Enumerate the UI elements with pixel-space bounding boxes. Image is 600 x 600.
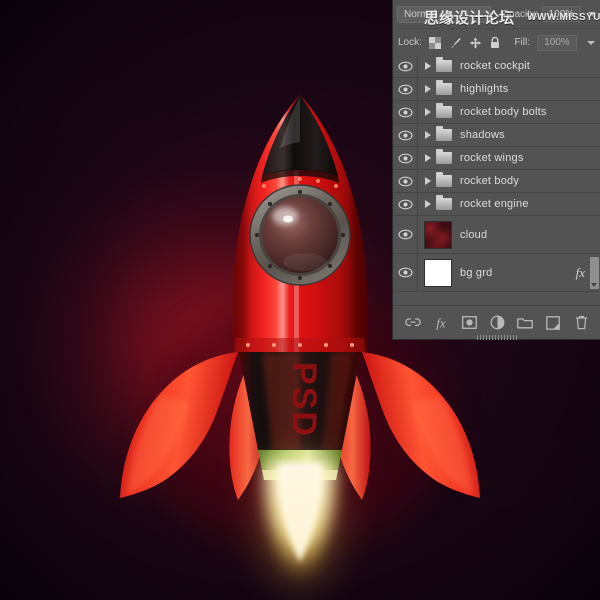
layer-list[interactable]: rocket cockpit highlights rocket body bo… bbox=[393, 55, 600, 305]
layer-name: highlights bbox=[460, 83, 509, 95]
layers-panel[interactable]: Normal Opacity: 100% Lock: Fill: 100% ro… bbox=[392, 0, 600, 340]
layer-name: rocket wings bbox=[460, 152, 524, 164]
layer-name: cloud bbox=[460, 228, 488, 241]
opacity-input[interactable]: 100% bbox=[541, 6, 581, 22]
panel-scrollbar[interactable] bbox=[590, 257, 599, 289]
expand-arrow-icon[interactable] bbox=[425, 85, 431, 93]
layer-row[interactable]: cloud bbox=[393, 216, 600, 254]
fill-chevron-down-icon[interactable] bbox=[587, 40, 595, 45]
group-folder-icon bbox=[436, 195, 452, 210]
transparency-lock-icon[interactable] bbox=[429, 36, 442, 49]
opacity-label: Opacity: bbox=[501, 8, 538, 20]
visibility-toggle[interactable] bbox=[393, 124, 418, 146]
panel-resize-grip[interactable] bbox=[477, 335, 517, 340]
rocket-body-text: PSD bbox=[285, 362, 323, 438]
layer-thumbnail[interactable] bbox=[424, 220, 452, 249]
blend-mode-row: Normal Opacity: 100% bbox=[393, 0, 600, 29]
layer-thumbnail[interactable] bbox=[424, 258, 452, 287]
link-layers-icon[interactable] bbox=[405, 314, 422, 331]
layer-name: bg grd bbox=[460, 266, 493, 279]
brush-lock-icon[interactable] bbox=[449, 36, 462, 49]
adjustment-layer-icon[interactable] bbox=[489, 314, 506, 331]
layer-name: rocket cockpit bbox=[460, 60, 531, 72]
group-folder-icon bbox=[436, 57, 452, 72]
visibility-toggle[interactable] bbox=[393, 78, 418, 100]
layer-row[interactable]: rocket engine bbox=[393, 193, 600, 216]
delete-layer-icon[interactable] bbox=[573, 314, 590, 331]
blend-mode-value: Normal bbox=[404, 8, 437, 20]
visibility-toggle[interactable] bbox=[393, 193, 418, 215]
layer-style-fx-icon[interactable]: fx bbox=[433, 314, 450, 331]
group-folder-icon bbox=[436, 80, 452, 95]
new-group-icon[interactable] bbox=[517, 314, 534, 331]
add-layer-mask-icon[interactable] bbox=[461, 314, 478, 331]
layer-row[interactable]: highlights bbox=[393, 78, 600, 101]
new-layer-icon[interactable] bbox=[545, 314, 562, 331]
expand-arrow-icon[interactable] bbox=[425, 62, 431, 70]
visibility-toggle[interactable] bbox=[393, 254, 418, 291]
lock-label: Lock: bbox=[398, 37, 422, 48]
group-folder-icon bbox=[436, 103, 452, 118]
layer-row[interactable]: rocket wings bbox=[393, 147, 600, 170]
visibility-toggle[interactable] bbox=[393, 101, 418, 123]
blend-mode-select[interactable]: Normal bbox=[397, 5, 492, 23]
rocket-cockpit-group bbox=[249, 184, 351, 286]
fill-label: Fill: bbox=[514, 37, 530, 48]
layer-style-fx-icon[interactable]: fx bbox=[576, 265, 585, 281]
group-folder-icon bbox=[436, 126, 452, 141]
visibility-toggle[interactable] bbox=[393, 170, 418, 192]
visibility-toggle[interactable] bbox=[393, 55, 418, 77]
expand-arrow-icon[interactable] bbox=[425, 200, 431, 208]
expand-arrow-icon[interactable] bbox=[425, 131, 431, 139]
layers-panel-toolbar: fx bbox=[393, 305, 600, 340]
layer-row[interactable]: rocket body bolts bbox=[393, 101, 600, 124]
fill-value: 100% bbox=[544, 37, 570, 48]
fill-input[interactable]: 100% bbox=[537, 34, 577, 51]
group-folder-icon bbox=[436, 172, 452, 187]
position-lock-icon[interactable] bbox=[469, 36, 482, 49]
expand-arrow-icon[interactable] bbox=[425, 177, 431, 185]
layer-name: rocket body bbox=[460, 175, 520, 187]
opacity-value: 100% bbox=[548, 8, 575, 20]
layer-name: rocket body bolts bbox=[460, 106, 547, 118]
layer-row[interactable]: bg grd fx bbox=[393, 254, 600, 292]
layer-row[interactable]: rocket cockpit bbox=[393, 55, 600, 78]
expand-arrow-icon[interactable] bbox=[425, 108, 431, 116]
layer-name: rocket engine bbox=[460, 198, 529, 210]
screenshot-root: PSD Normal Opacity: 100% Lock: Fill: 100… bbox=[0, 0, 600, 600]
visibility-toggle[interactable] bbox=[393, 216, 418, 253]
layer-row[interactable]: rocket body bbox=[393, 170, 600, 193]
all-lock-icon[interactable] bbox=[489, 36, 502, 49]
rocket-flame-group bbox=[254, 450, 346, 590]
group-folder-icon bbox=[436, 149, 452, 164]
visibility-toggle[interactable] bbox=[393, 147, 418, 169]
svg-text:fx: fx bbox=[436, 315, 446, 330]
lock-row: Lock: Fill: 100% bbox=[393, 29, 600, 57]
expand-arrow-icon[interactable] bbox=[425, 154, 431, 162]
layer-row[interactable]: shadows bbox=[393, 124, 600, 147]
chevron-down-icon[interactable] bbox=[588, 12, 596, 16]
layer-name: shadows bbox=[460, 129, 505, 141]
